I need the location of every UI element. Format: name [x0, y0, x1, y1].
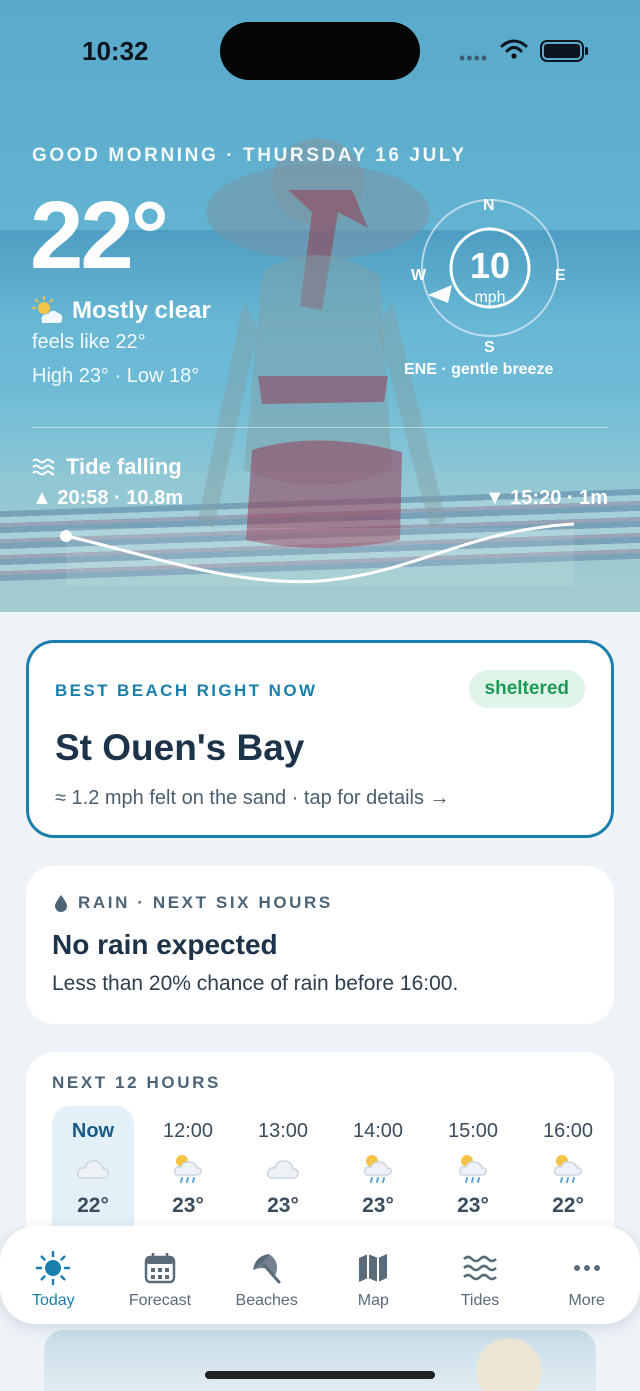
hour-time: Now	[71, 1120, 115, 1142]
rain-header: RAIN · NEXT SIX HOURS	[54, 893, 333, 913]
hour-temp: 23°	[362, 1194, 394, 1217]
tab-label: Forecast	[128, 1292, 192, 1309]
dynamic-island	[220, 22, 420, 80]
rain-title: No rain expected	[52, 929, 278, 960]
sun-rain-icon	[174, 1155, 202, 1183]
best-beach-card[interactable]: BEST BEACH RIGHT NOW sheltered St Ouen's…	[26, 640, 614, 838]
wind-description: ENE · gentle breeze	[404, 361, 554, 378]
raindrop-icon	[55, 895, 67, 912]
compass-south: S	[484, 339, 495, 356]
tide-status[interactable]: Tide falling	[32, 454, 182, 480]
hero-divider	[32, 427, 608, 428]
next-card-peek[interactable]	[44, 1330, 596, 1391]
hour-time: 14:00	[352, 1120, 404, 1142]
tab-label: Beaches	[235, 1292, 298, 1309]
tab-label: Today	[31, 1292, 75, 1309]
compass-north: N	[483, 197, 495, 214]
sun-rain-icon	[364, 1155, 392, 1183]
hour-temp: 23°	[457, 1194, 489, 1217]
tide-curve-graph	[60, 522, 575, 586]
wind-compass[interactable]: N E S W 10 mph	[411, 193, 566, 356]
status-badge: sheltered	[468, 670, 585, 708]
wind-unit: mph	[474, 289, 506, 306]
rain-label: RAIN · NEXT SIX HOURS	[78, 893, 333, 912]
cloud-icon	[77, 1160, 109, 1179]
tab-today[interactable]: Today	[0, 1226, 107, 1324]
feels-like: feels like 22°	[32, 331, 146, 353]
waves-icon	[463, 1255, 497, 1281]
sun-rain-icon	[459, 1155, 487, 1183]
sun-icon	[36, 1250, 71, 1286]
beach-name: St Ouen's Bay	[55, 727, 305, 768]
partly-sunny-icon	[32, 296, 63, 323]
high-low: High 23° · Low 18°	[32, 365, 200, 387]
rain-card[interactable]: RAIN · NEXT SIX HOURS No rain expected L…	[26, 866, 614, 1024]
hour-time: 16:00	[542, 1120, 594, 1142]
tab-tides[interactable]: Tides	[427, 1226, 534, 1324]
battery-icon	[540, 40, 588, 62]
tab-map[interactable]: Map	[320, 1226, 427, 1324]
tab-bar: Today Forecast Beaches Map Tides More	[0, 1226, 640, 1324]
condition-text: Mostly clear	[72, 297, 211, 324]
signal-icon: ••••	[459, 48, 489, 68]
tab-label: Map	[357, 1292, 389, 1309]
hourly-forecast-card[interactable]: NEXT 12 HOURS Now 22° 12:00 23° 13:00 23…	[26, 1052, 614, 1252]
hour-temp: 22°	[552, 1194, 584, 1217]
tab-label: More	[568, 1292, 605, 1309]
best-beach-label: BEST BEACH RIGHT NOW	[55, 681, 318, 700]
hour-temp: 22°	[77, 1194, 109, 1217]
current-condition: Mostly clear	[32, 296, 211, 326]
current-temperature: 22°	[30, 182, 169, 289]
hero-header: 10:32 •••• GOOD MORNING · THURSDAY 16 JU…	[0, 0, 640, 612]
tab-more[interactable]: More	[533, 1226, 640, 1324]
wifi-icon	[500, 39, 528, 59]
hour-temp: 23°	[172, 1194, 204, 1217]
rain-subtitle: Less than 20% chance of rain before 16:0…	[52, 972, 459, 995]
tide-title: Tide falling	[66, 454, 182, 479]
wind-speed: 10	[469, 245, 511, 286]
map-icon	[359, 1254, 388, 1282]
clock: 10:32	[82, 36, 149, 66]
hourly-label: NEXT 12 HOURS	[52, 1073, 221, 1092]
status-bar: 10:32 ••••	[0, 0, 640, 100]
sun-rain-icon	[554, 1155, 582, 1183]
greeting-date: GOOD MORNING · THURSDAY 16 JULY	[32, 145, 467, 166]
beach-details-link[interactable]: ≈ 1.2 mph felt on the sand · tap for det…	[55, 787, 450, 810]
hour-time: 13:00	[257, 1120, 309, 1142]
more-icon	[573, 1265, 600, 1271]
hour-temp: 23°	[267, 1194, 299, 1217]
tab-forecast[interactable]: Forecast	[107, 1226, 214, 1324]
tab-label: Tides	[460, 1292, 500, 1309]
calendar-icon	[144, 1253, 176, 1284]
waves-icon	[32, 458, 54, 476]
hour-time: 15:00	[447, 1120, 499, 1142]
cloud-icon	[267, 1160, 299, 1179]
tab-beaches[interactable]: Beaches	[213, 1226, 320, 1324]
home-indicator[interactable]	[205, 1371, 435, 1379]
umbrella-icon	[252, 1254, 281, 1284]
hour-time: 12:00	[162, 1120, 214, 1142]
